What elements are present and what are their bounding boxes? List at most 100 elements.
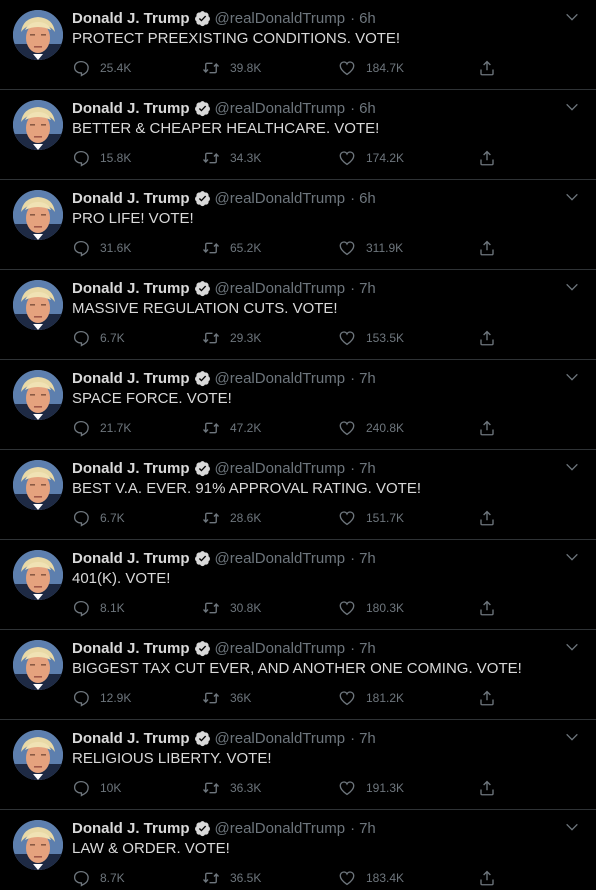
share-button[interactable]	[478, 148, 506, 168]
retweet-button[interactable]: 30.8K	[202, 598, 261, 618]
tweet-7[interactable]: Donald J. Trump @realDonaldTrump · 7h 40…	[0, 540, 596, 630]
like-button[interactable]: 184.7K	[338, 58, 404, 78]
like-button[interactable]: 191.3K	[338, 778, 404, 798]
tweet-time[interactable]: 7h	[359, 730, 376, 747]
share-button[interactable]	[478, 868, 506, 888]
reply-button[interactable]: 10K	[72, 778, 121, 798]
chevron-down-icon[interactable]	[564, 369, 580, 385]
chevron-down-icon[interactable]	[564, 549, 580, 565]
reply-button[interactable]: 15.8K	[72, 148, 131, 168]
author-name[interactable]: Donald J. Trump	[72, 640, 190, 657]
like-button[interactable]: 240.8K	[338, 418, 404, 438]
tweet-5[interactable]: Donald J. Trump @realDonaldTrump · 7h SP…	[0, 360, 596, 450]
avatar[interactable]	[13, 370, 63, 420]
author-name[interactable]: Donald J. Trump	[72, 10, 190, 27]
like-button[interactable]: 153.5K	[338, 328, 404, 348]
tweet-time[interactable]: 7h	[359, 640, 376, 657]
reply-button[interactable]: 8.7K	[72, 868, 125, 888]
avatar[interactable]	[13, 460, 63, 510]
share-button[interactable]	[478, 418, 506, 438]
retweet-button[interactable]: 47.2K	[202, 418, 261, 438]
tweet-3[interactable]: Donald J. Trump @realDonaldTrump · 6h PR…	[0, 180, 596, 270]
tweet-6[interactable]: Donald J. Trump @realDonaldTrump · 7h BE…	[0, 450, 596, 540]
retweet-button[interactable]: 36.5K	[202, 868, 261, 888]
chevron-down-icon[interactable]	[564, 9, 580, 25]
author-name[interactable]: Donald J. Trump	[72, 370, 190, 387]
tweet-2[interactable]: Donald J. Trump @realDonaldTrump · 6h BE…	[0, 90, 596, 180]
avatar[interactable]	[13, 190, 63, 240]
tweet-time[interactable]: 7h	[359, 370, 376, 387]
tweet-1[interactable]: Donald J. Trump @realDonaldTrump · 6h PR…	[0, 0, 596, 90]
avatar[interactable]	[13, 730, 63, 780]
tweet-time[interactable]: 7h	[359, 820, 376, 837]
reply-button[interactable]: 31.6K	[72, 238, 131, 258]
like-button[interactable]: 183.4K	[338, 868, 404, 888]
author-name[interactable]: Donald J. Trump	[72, 820, 190, 837]
retweet-button[interactable]: 29.3K	[202, 328, 261, 348]
tweet-time[interactable]: 7h	[359, 280, 376, 297]
avatar[interactable]	[13, 280, 63, 330]
share-button[interactable]	[478, 778, 506, 798]
tweet-4[interactable]: Donald J. Trump @realDonaldTrump · 7h MA…	[0, 270, 596, 360]
tweet-time[interactable]: 6h	[359, 100, 376, 117]
author-handle[interactable]: @realDonaldTrump	[215, 550, 346, 567]
share-button[interactable]	[478, 508, 506, 528]
tweet-8[interactable]: Donald J. Trump @realDonaldTrump · 7h BI…	[0, 630, 596, 720]
avatar[interactable]	[13, 100, 63, 150]
like-button[interactable]: 311.9K	[338, 238, 403, 258]
reply-button[interactable]: 12.9K	[72, 688, 131, 708]
like-button[interactable]: 151.7K	[338, 508, 404, 528]
avatar[interactable]	[13, 820, 63, 870]
chevron-down-icon[interactable]	[564, 729, 580, 745]
reply-button[interactable]: 6.7K	[72, 508, 125, 528]
share-button[interactable]	[478, 688, 506, 708]
author-handle[interactable]: @realDonaldTrump	[215, 10, 346, 27]
retweet-button[interactable]: 36.3K	[202, 778, 261, 798]
author-handle[interactable]: @realDonaldTrump	[215, 100, 346, 117]
chevron-down-icon[interactable]	[564, 819, 580, 835]
tweet-time[interactable]: 7h	[359, 550, 376, 567]
reply-button[interactable]: 8.1K	[72, 598, 125, 618]
retweet-button[interactable]: 36K	[202, 688, 251, 708]
tweet-time[interactable]: 7h	[359, 460, 376, 477]
author-name[interactable]: Donald J. Trump	[72, 100, 190, 117]
chevron-down-icon[interactable]	[564, 459, 580, 475]
author-name[interactable]: Donald J. Trump	[72, 730, 190, 747]
author-handle[interactable]: @realDonaldTrump	[215, 640, 346, 657]
author-handle[interactable]: @realDonaldTrump	[215, 460, 346, 477]
share-button[interactable]	[478, 238, 506, 258]
author-handle[interactable]: @realDonaldTrump	[215, 730, 346, 747]
like-button[interactable]: 180.3K	[338, 598, 404, 618]
retweet-button[interactable]: 39.8K	[202, 58, 261, 78]
retweet-button[interactable]: 28.6K	[202, 508, 261, 528]
author-handle[interactable]: @realDonaldTrump	[215, 370, 346, 387]
author-handle[interactable]: @realDonaldTrump	[215, 820, 346, 837]
avatar[interactable]	[13, 10, 63, 60]
share-button[interactable]	[478, 328, 506, 348]
chevron-down-icon[interactable]	[564, 189, 580, 205]
reply-button[interactable]: 21.7K	[72, 418, 131, 438]
retweet-button[interactable]: 65.2K	[202, 238, 261, 258]
like-button[interactable]: 181.2K	[338, 688, 404, 708]
avatar[interactable]	[13, 640, 63, 690]
author-handle[interactable]: @realDonaldTrump	[215, 190, 346, 207]
author-name[interactable]: Donald J. Trump	[72, 280, 190, 297]
author-handle[interactable]: @realDonaldTrump	[215, 280, 346, 297]
chevron-down-icon[interactable]	[564, 639, 580, 655]
like-button[interactable]: 174.2K	[338, 148, 404, 168]
share-button[interactable]	[478, 58, 506, 78]
chevron-down-icon[interactable]	[564, 99, 580, 115]
reply-button[interactable]: 25.4K	[72, 58, 131, 78]
retweet-button[interactable]: 34.3K	[202, 148, 261, 168]
reply-button[interactable]: 6.7K	[72, 328, 125, 348]
author-name[interactable]: Donald J. Trump	[72, 550, 190, 567]
chevron-down-icon[interactable]	[564, 279, 580, 295]
tweet-time[interactable]: 6h	[359, 10, 376, 27]
tweet-9[interactable]: Donald J. Trump @realDonaldTrump · 7h RE…	[0, 720, 596, 810]
tweet-time[interactable]: 6h	[359, 190, 376, 207]
share-button[interactable]	[478, 598, 506, 618]
author-name[interactable]: Donald J. Trump	[72, 460, 190, 477]
author-name[interactable]: Donald J. Trump	[72, 190, 190, 207]
tweet-10[interactable]: Donald J. Trump @realDonaldTrump · 7h LA…	[0, 810, 596, 890]
avatar[interactable]	[13, 550, 63, 600]
